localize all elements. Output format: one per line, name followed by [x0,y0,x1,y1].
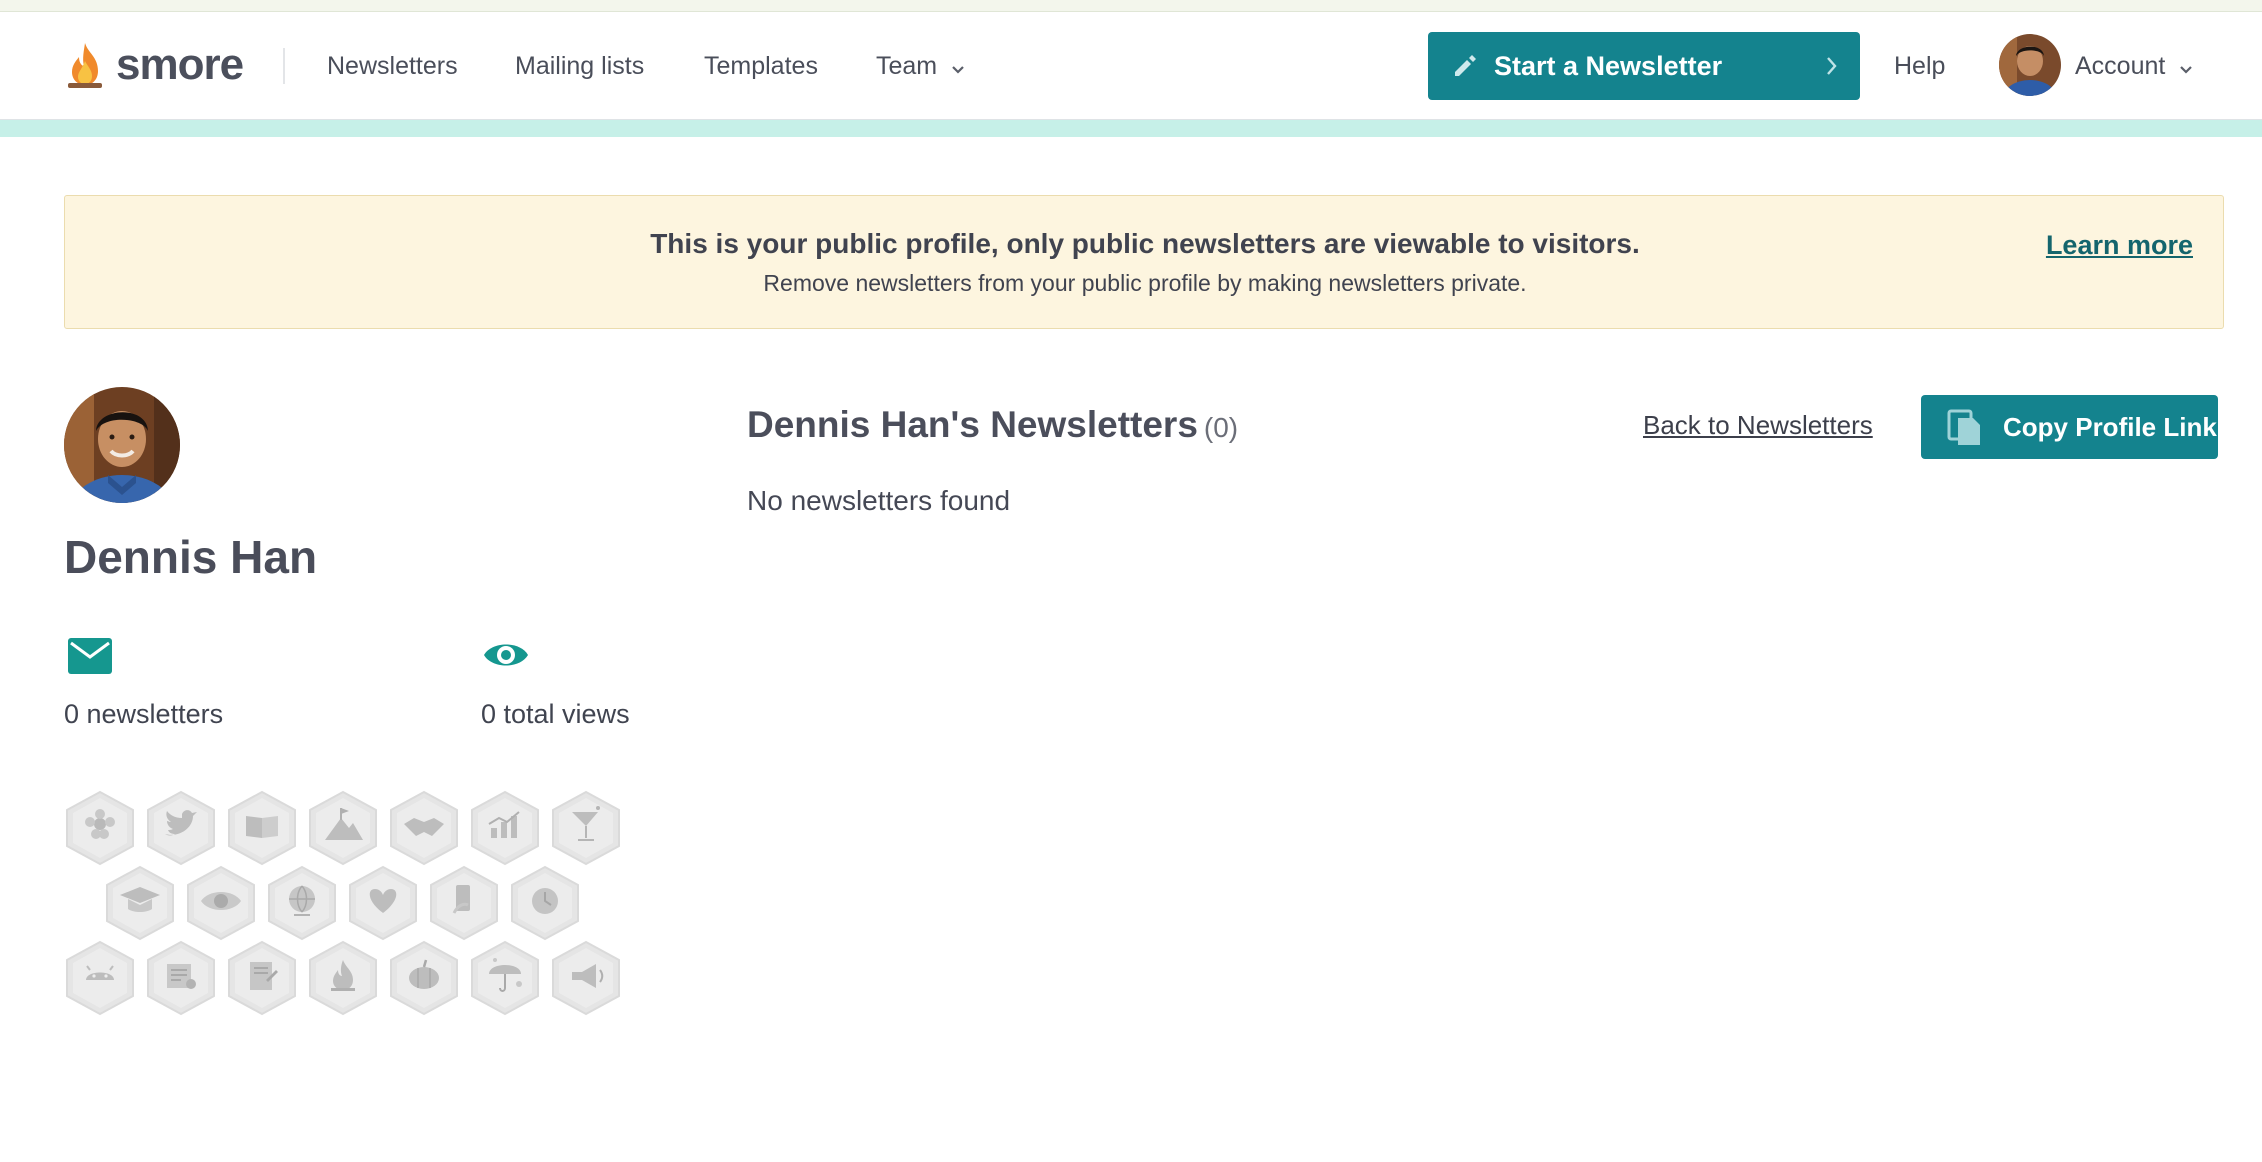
profile-avatar [64,387,180,503]
section-title-text: Dennis Han's Newsletters [747,404,1198,445]
book-badge-icon [226,790,298,866]
nav-templates[interactable]: Templates [704,46,818,86]
smore-logo[interactable]: smore [64,40,244,90]
eye-badge-icon [185,865,257,941]
handshake-badge-icon [388,790,460,866]
newspaper-badge-icon [145,940,217,1016]
graduation-cap-badge-icon [104,865,176,941]
envelope-icon [68,638,112,679]
pumpkin-badge-icon [388,940,460,1016]
public-profile-notice: This is your public profile, only public… [64,195,2224,329]
phone-badge-icon [428,865,500,941]
nav-team[interactable]: Team [876,46,965,86]
chevron-right-icon [1826,56,1838,81]
nav-team-label: Team [876,52,938,80]
learn-more-link[interactable]: Learn more [2046,230,2193,261]
badge-grid [64,790,644,1030]
flame-badge-icon [307,940,379,1016]
copy-profile-link-label: Copy Profile Link [2003,412,2217,442]
newsletter-count: (0) [1203,412,1239,443]
flower-badge-icon [64,790,136,866]
nav-newsletters[interactable]: Newsletters [327,46,458,86]
start-newsletter-button[interactable]: Start a Newsletter [1428,32,1860,100]
copy-profile-link-button[interactable]: Copy Profile Link [1921,395,2218,459]
back-to-newsletters-link[interactable]: Back to Newsletters [1643,410,1873,441]
chart-badge-icon [469,790,541,866]
heart-badge-icon [347,865,419,941]
total-views-count: 0 total views [481,699,630,729]
chevron-down-icon [951,47,965,87]
nav-divider [283,48,285,84]
account-menu[interactable]: Account [2075,46,2193,86]
cocktail-badge-icon [550,790,622,866]
empty-state-text: No newsletters found [747,485,1011,516]
mountain-flag-badge-icon [307,790,379,866]
document-badge-icon [226,940,298,1016]
notice-subtitle: Remove newsletters from your public prof… [763,270,1527,296]
clock-badge-icon [509,865,581,941]
teal-strip [0,120,2262,137]
android-badge-icon [64,940,136,1016]
globe-badge-icon [266,865,338,941]
eye-icon [482,638,530,677]
newsletters-count: 0 newsletters [64,699,224,729]
chevron-down-icon [2179,47,2193,87]
megaphone-badge-icon [550,940,622,1016]
avatar[interactable] [1999,34,2061,96]
nav-mailing-lists[interactable]: Mailing lists [515,46,644,86]
copy-icon [1947,409,1983,452]
twitter-badge-icon [145,790,217,866]
start-newsletter-label: Start a Newsletter [1494,51,1723,81]
account-label: Account [2075,52,2166,80]
newsletters-section-title: Dennis Han's Newsletters (0) [747,404,1238,446]
top-accent-line [0,0,2262,12]
umbrella-badge-icon [469,940,541,1016]
profile-name: Dennis Han [64,531,318,583]
brand-name: smore [116,40,244,89]
nav-help[interactable]: Help [1894,46,1945,86]
notice-title: This is your public profile, only public… [650,228,1640,259]
pencil-icon [1452,53,1478,84]
flame-icon [68,43,102,88]
